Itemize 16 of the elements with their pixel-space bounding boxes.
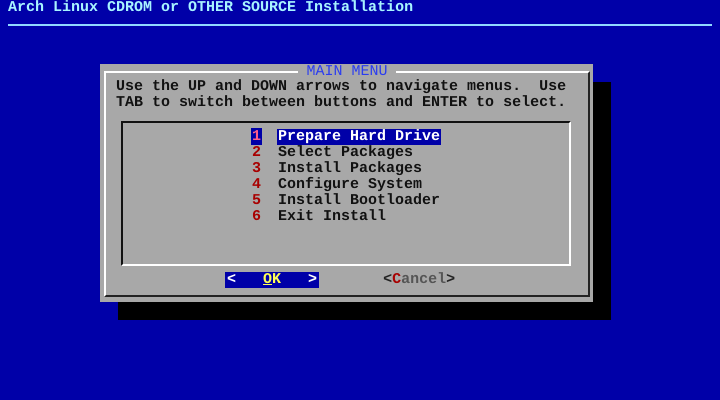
screen-title: Arch Linux CDROM or OTHER SOURCE Installation: [7, 0, 414, 16]
menu-item[interactable]: Exit Install: [277, 209, 388, 225]
instructions-text: Use the UP and DOWN arrows to navigate menus. Use TAB to switch between buttons and ENTER to select.: [116, 79, 568, 111]
menu-item[interactable]: Install Packages: [277, 161, 424, 177]
menu-item-number: 5: [251, 192, 262, 209]
menu-item[interactable]: Install Bootloader: [277, 193, 442, 209]
menu-item-number: 4: [251, 176, 262, 193]
menu-item-number: 6: [251, 208, 262, 225]
dialog-button[interactable]: <Cancel>: [381, 272, 458, 288]
menu-item-number: 3: [251, 160, 262, 177]
menu-item[interactable]: Prepare Hard Drive: [277, 129, 442, 145]
menu-item-number: 2: [251, 144, 262, 161]
menu-item[interactable]: Select Packages: [277, 145, 414, 161]
menu-item[interactable]: Configure System: [277, 177, 424, 193]
dialog-button[interactable]: < OK >: [225, 272, 320, 288]
menu-item-number: 1: [251, 128, 262, 145]
